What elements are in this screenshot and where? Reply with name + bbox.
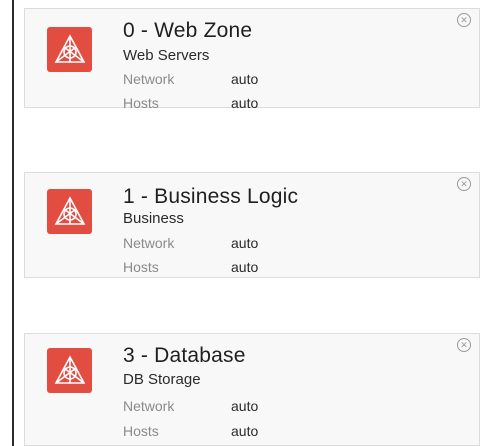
network-label: Network — [123, 235, 175, 251]
tier-title: 0 - Web Zone — [123, 19, 253, 42]
hosts-value: auto — [231, 95, 259, 111]
network-label: Network — [123, 398, 175, 414]
hosts-label: Hosts — [123, 259, 159, 275]
hosts-value: auto — [231, 423, 259, 439]
tier-title: 3 - Database — [123, 344, 246, 367]
network-value: auto — [231, 235, 259, 251]
hosts-value: auto — [231, 259, 259, 275]
hosts-label: Hosts — [123, 95, 159, 111]
tier-subtitle: Business — [123, 210, 184, 227]
close-icon: ✕ — [460, 14, 468, 25]
remove-tier-button[interactable]: ✕ — [457, 338, 471, 352]
network-tier-icon — [47, 189, 92, 234]
tier-card-database[interactable]: 3 - Database DB Storage Network auto Hos… — [24, 333, 480, 446]
tier-list-page: 0 - Web Zone Web Servers Network auto Ho… — [0, 0, 484, 446]
tier-card-business-logic[interactable]: 1 - Business Logic Business Network auto… — [24, 172, 480, 278]
tier-subtitle: DB Storage — [123, 371, 201, 388]
network-label: Network — [123, 71, 175, 87]
remove-tier-button[interactable]: ✕ — [457, 177, 471, 191]
tier-title: 1 - Business Logic — [123, 185, 299, 208]
hosts-label: Hosts — [123, 423, 159, 439]
network-tier-icon — [47, 27, 92, 72]
left-divider — [12, 0, 14, 446]
network-value: auto — [231, 71, 259, 87]
network-value: auto — [231, 398, 259, 414]
tier-card-web-zone[interactable]: 0 - Web Zone Web Servers Network auto Ho… — [24, 8, 480, 111]
remove-tier-button[interactable]: ✕ — [457, 13, 471, 27]
close-icon: ✕ — [460, 178, 468, 189]
network-tier-icon — [47, 348, 92, 393]
tier-subtitle: Web Servers — [123, 47, 210, 64]
close-icon: ✕ — [460, 339, 468, 350]
